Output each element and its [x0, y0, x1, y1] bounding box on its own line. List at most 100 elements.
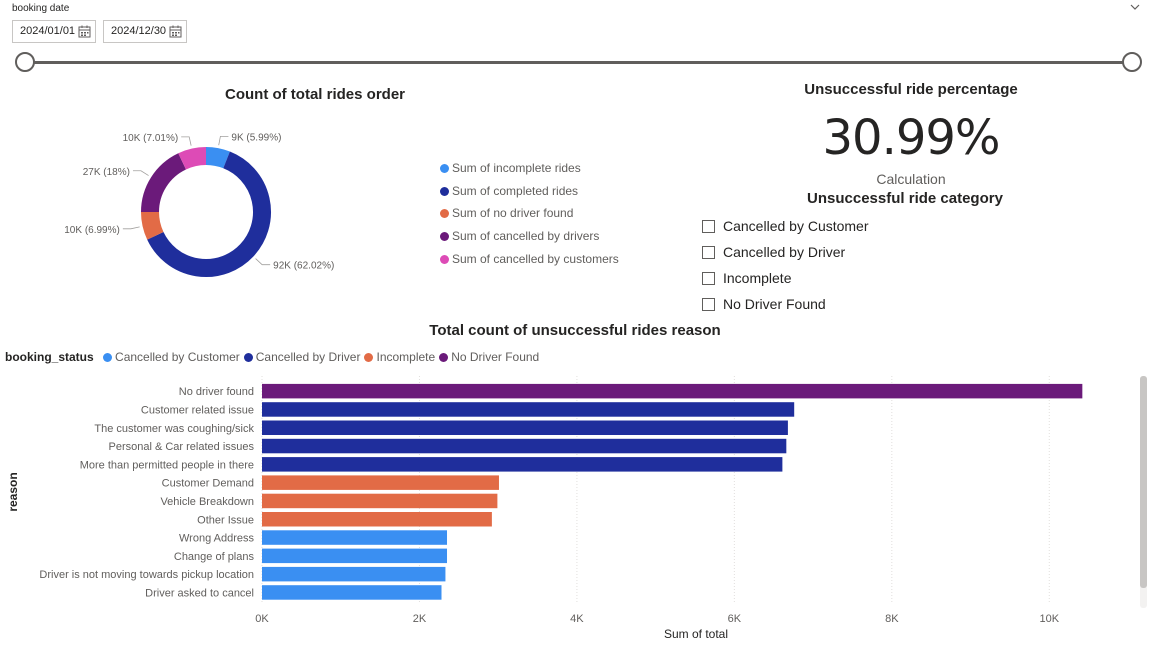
end-date-input[interactable]: 2024/12/30 [103, 20, 187, 43]
legend-item[interactable]: Sum of completed rides [440, 183, 578, 199]
checkbox[interactable] [702, 272, 715, 285]
legend-label: Sum of no driver found [452, 206, 574, 220]
donut-data-label: 9K (5.99%) [231, 132, 281, 143]
category-label: Customer Demand [162, 478, 254, 490]
legend-label: Sum of cancelled by customers [452, 252, 619, 266]
bar[interactable] [262, 475, 499, 490]
bar[interactable] [262, 566, 446, 582]
x-tick-label: 2K [413, 613, 427, 625]
x-axis-label: Sum of total [664, 627, 728, 641]
start-date-value: 2024/01/01 [20, 25, 76, 37]
x-tick-label: 10K [1039, 613, 1059, 625]
category-label: More than permitted people in there [80, 459, 254, 471]
y-axis-label: reason [6, 472, 20, 511]
legend-label: No Driver Found [451, 350, 540, 364]
donut-slice[interactable] [141, 211, 164, 240]
start-date-input[interactable]: 2024/01/01 [12, 20, 96, 43]
donut-chart: 9K (5.99%) 92K (62.02%) 10K (6.99%) 27K (18… [64, 132, 334, 277]
legend-item[interactable]: Incomplete [364, 350, 435, 364]
category-option-cancelled-by-customer[interactable]: Cancelled by Customer [702, 217, 869, 235]
checkbox[interactable] [702, 246, 715, 259]
category-label: No driver found [179, 386, 254, 398]
legend-swatch [103, 353, 113, 362]
bar[interactable] [262, 420, 788, 436]
scrollbar-thumb[interactable] [1140, 376, 1147, 588]
data-label-leader [255, 258, 271, 266]
chevron-down-icon[interactable] [1128, 0, 1142, 14]
category-option-label: Incomplete [723, 270, 792, 286]
checkbox[interactable] [702, 298, 715, 311]
legend-swatch [243, 353, 253, 362]
category-slicer-title: Unsuccessful ride category [807, 190, 1003, 207]
donut-slice[interactable] [141, 153, 187, 213]
category-label: Driver asked to cancel [145, 587, 254, 599]
x-tick-label: 0K [255, 613, 269, 625]
bar-chart: No driver found Customer related issue The… [6, 376, 1083, 641]
category-label: Customer related issue [141, 404, 254, 416]
kpi-title: Unsuccessful ride percentage [804, 81, 1018, 98]
legend-title: booking_status [5, 350, 94, 364]
category-label: Vehicle Breakdown [160, 496, 254, 508]
bar[interactable] [262, 512, 492, 527]
x-tick-label: 8K [885, 613, 899, 625]
legend-swatch [440, 187, 449, 196]
bar[interactable] [262, 402, 795, 417]
legend-swatch [439, 353, 449, 362]
kpi-subtitle: Calculation [876, 171, 946, 187]
date-slider-end-handle[interactable] [1122, 52, 1142, 72]
bar[interactable] [262, 383, 1083, 399]
date-slider-start-handle[interactable] [15, 52, 35, 72]
calendar-icon[interactable] [78, 25, 91, 38]
bar[interactable] [262, 530, 448, 545]
donut-data-label: 27K (18%) [83, 167, 130, 178]
legend-label: Incomplete [376, 350, 436, 364]
category-label: Change of plans [174, 551, 255, 563]
donut-slice[interactable] [205, 147, 230, 169]
bar[interactable] [262, 585, 442, 600]
x-tick-label: 6K [728, 613, 742, 625]
category-label: The customer was coughing/sick [94, 423, 254, 435]
data-label-leader [122, 226, 140, 230]
legend-item[interactable]: Sum of cancelled by customers [440, 251, 619, 267]
data-label-leader [181, 136, 192, 146]
donut-data-label: 92K (62.02%) [273, 261, 334, 272]
legend-label: Sum of completed rides [452, 184, 579, 198]
kpi-value: 30.99% [822, 110, 1000, 166]
legend-label: Sum of incomplete rides [452, 161, 581, 175]
legend-swatch [440, 232, 449, 241]
category-option-incomplete[interactable]: Incomplete [702, 269, 791, 287]
legend-item[interactable]: No Driver Found [439, 350, 539, 364]
category-label: Wrong Address [179, 533, 255, 545]
legend-item[interactable]: Sum of incomplete rides [440, 160, 581, 176]
calendar-icon[interactable] [169, 25, 182, 38]
category-option-label: No Driver Found [723, 296, 826, 312]
category-option-cancelled-by-driver[interactable]: Cancelled by Driver [702, 243, 845, 261]
bar[interactable] [262, 548, 448, 564]
bar[interactable] [262, 493, 498, 509]
date-slider-track[interactable] [25, 61, 1133, 64]
end-date-value: 2024/12/30 [111, 25, 167, 37]
legend-swatch [440, 209, 449, 218]
donut-data-label: 10K (6.99%) [64, 225, 120, 236]
category-option-no-driver-found[interactable]: No Driver Found [702, 295, 826, 313]
legend-swatch [364, 353, 374, 362]
checkbox[interactable] [702, 220, 715, 233]
legend-item[interactable]: Cancelled by Customer [103, 350, 240, 364]
legend-item[interactable]: Sum of no driver found [440, 205, 573, 221]
legend-swatch [440, 255, 449, 264]
bar-chart-legend: booking_status Cancelled by Customer Canc… [5, 350, 543, 364]
legend-label: Sum of cancelled by drivers [452, 229, 600, 243]
category-option-label: Cancelled by Customer [723, 218, 869, 234]
data-label-leader [132, 170, 149, 176]
legend-item[interactable]: Cancelled by Driver [243, 350, 360, 364]
donut-slice[interactable] [178, 147, 207, 170]
category-option-label: Cancelled by Driver [723, 244, 846, 260]
data-label-leader [218, 135, 229, 146]
legend-label: Cancelled by Customer [115, 350, 240, 364]
bar[interactable] [262, 457, 783, 472]
bar[interactable] [262, 438, 787, 454]
category-label: Driver is not moving towards pickup loca… [39, 569, 254, 581]
slicer-title: booking date [12, 3, 70, 14]
legend-item[interactable]: Sum of cancelled by drivers [440, 228, 599, 244]
category-label: Other Issue [197, 514, 254, 526]
